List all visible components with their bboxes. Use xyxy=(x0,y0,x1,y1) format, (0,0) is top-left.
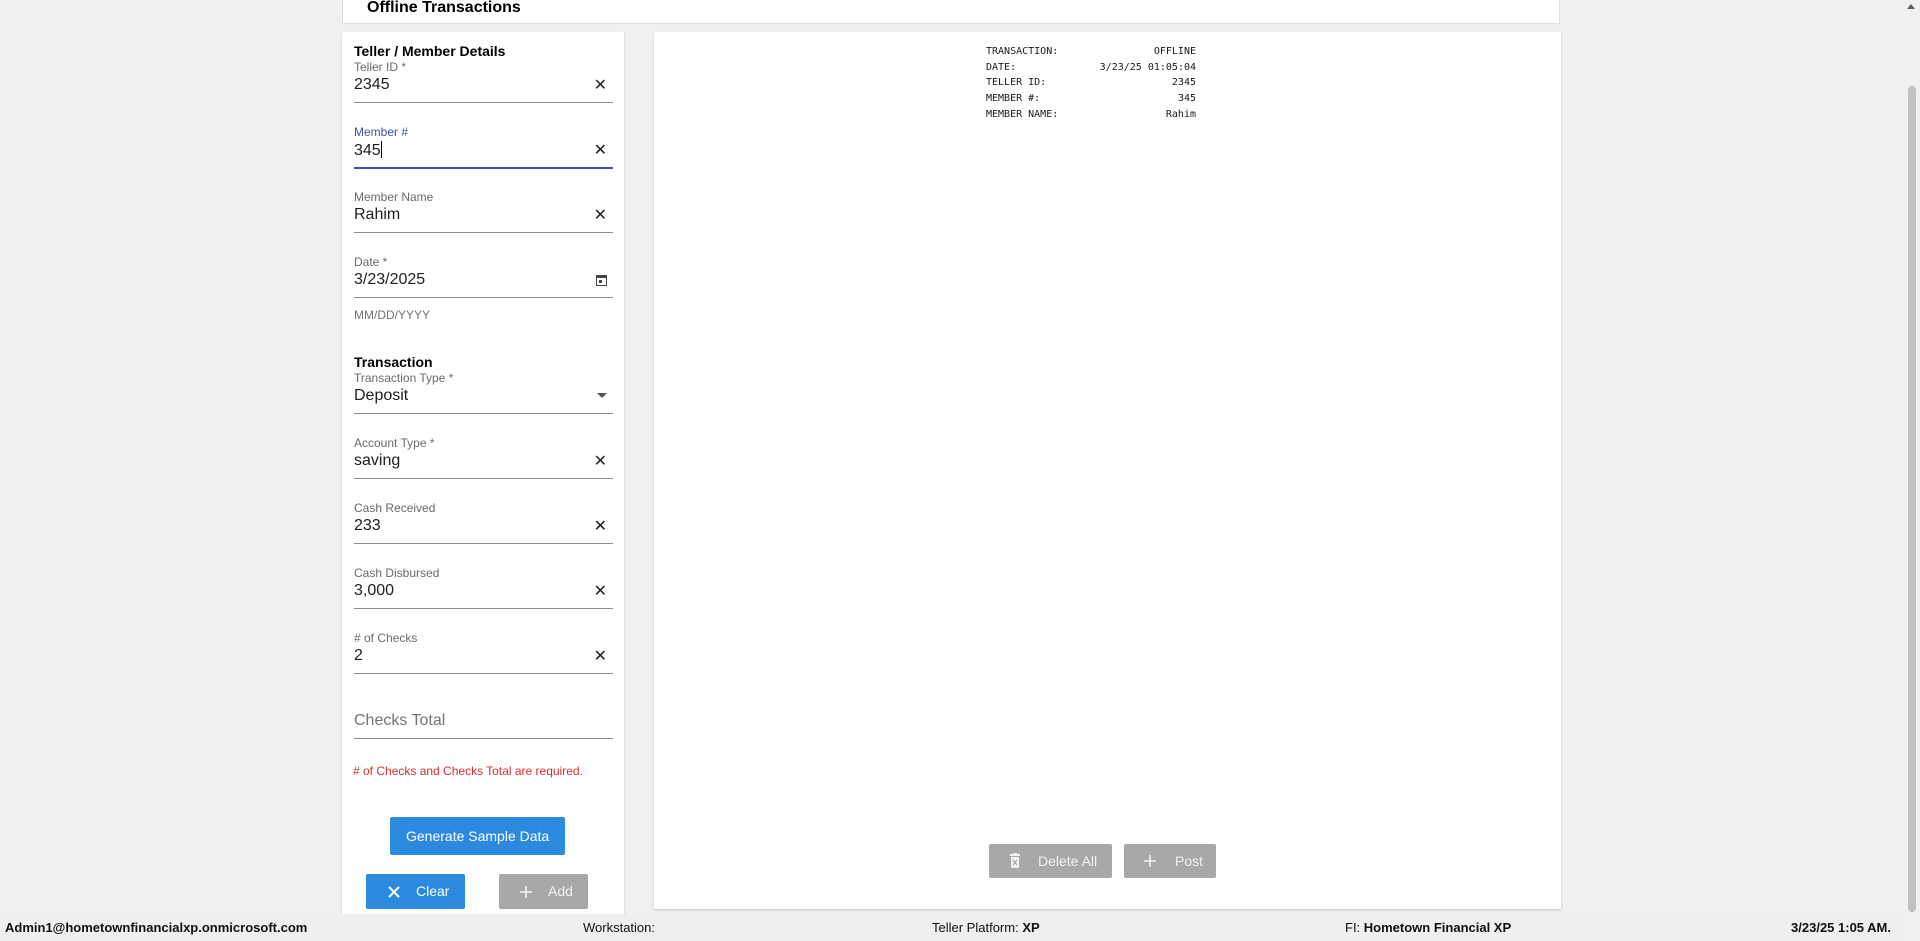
teller-member-details-panel: Teller / Member Details Teller ID * 2345… xyxy=(342,32,624,342)
close-icon[interactable]: ✕ xyxy=(594,519,607,535)
status-bar: Admin1@hometownfinancialxp.onmicrosoft.c… xyxy=(0,914,1903,941)
date-format-hint: MM/DD/YYYY xyxy=(354,308,431,322)
receipt-value: 2345 xyxy=(1171,77,1196,89)
close-icon[interactable]: ✕ xyxy=(594,454,607,470)
transaction-type-value[interactable]: Deposit xyxy=(354,387,408,405)
cash-received-label: Cash Received xyxy=(354,501,436,515)
scroll-up-arrow-icon[interactable] xyxy=(1907,4,1915,9)
receipt-key: MEMBER NAME: xyxy=(986,108,1059,120)
teller-id-label: Teller ID * xyxy=(354,60,407,74)
transaction-type-label: Transaction Type * xyxy=(354,371,454,385)
receipt-key: TRANSACTION: xyxy=(986,46,1059,57)
checks-count-field[interactable]: # of Checks 2 ✕ xyxy=(354,631,613,674)
cash-disbursed-field[interactable]: Cash Disbursed 3,000 ✕ xyxy=(354,566,613,609)
transaction-section-title: Transaction xyxy=(354,354,433,370)
teller-id-input[interactable]: 2345 xyxy=(354,76,390,94)
checks-total-input[interactable]: Checks Total xyxy=(354,712,445,730)
receipt-key: DATE: xyxy=(986,61,1017,73)
vertical-scrollbar[interactable] xyxy=(1903,0,1920,941)
details-section-title: Teller / Member Details xyxy=(354,43,506,59)
cash-disbursed-input[interactable]: 3,000 xyxy=(354,582,394,600)
post-button[interactable]: Post xyxy=(1124,844,1216,878)
member-name-input[interactable]: Rahim xyxy=(354,206,400,224)
receipt-row: TELLER ID: 2345 xyxy=(986,77,1196,93)
plus-icon xyxy=(520,886,532,898)
workstation-label: Workstation: xyxy=(583,920,656,935)
generate-sample-data-button[interactable]: Generate Sample Data xyxy=(390,817,565,855)
plus-icon xyxy=(1144,855,1156,867)
close-icon[interactable]: ✕ xyxy=(594,78,607,94)
page-title: Offline Transactions xyxy=(367,0,521,16)
date-field[interactable]: Date * 3/23/2025 xyxy=(354,255,613,298)
date-label: Date * xyxy=(354,255,388,269)
checks-count-label: # of Checks xyxy=(354,631,418,645)
trash-icon xyxy=(1010,853,1020,868)
receipt-value: OFFLINE xyxy=(1153,46,1196,57)
checks-total-field[interactable]: Checks Total xyxy=(354,696,613,739)
member-number-value: 345 xyxy=(354,142,381,159)
transaction-type-select[interactable]: Transaction Type * Deposit xyxy=(354,371,613,414)
receipt-row: DATE: 3/23/25 01:05:04 xyxy=(986,62,1196,78)
teller-id-field[interactable]: Teller ID * 2345 ✕ xyxy=(354,60,613,103)
receipt-panel: TRANSACTION: OFFLINE DATE: 3/23/25 01:05… xyxy=(654,32,1561,909)
status-user: Admin1@hometownfinancialxp.onmicrosoft.c… xyxy=(5,920,308,935)
receipt-row: MEMBER #: 345 xyxy=(986,93,1196,109)
date-input[interactable]: 3/23/2025 xyxy=(354,271,425,289)
fi-label: FI: xyxy=(1345,920,1361,935)
receipt-preview: TRANSACTION: OFFLINE DATE: 3/23/25 01:05… xyxy=(986,46,1196,124)
receipt-row: MEMBER NAME: Rahim xyxy=(986,109,1196,125)
clear-button[interactable]: Clear xyxy=(366,874,465,909)
member-number-field[interactable]: Member # 345 ✕ xyxy=(354,125,613,169)
account-type-input[interactable]: saving xyxy=(354,452,400,470)
delete-all-button[interactable]: Delete All xyxy=(989,844,1112,878)
fi-value: Hometown Financial XP xyxy=(1363,920,1512,935)
scrollbar-thumb[interactable] xyxy=(1908,86,1916,912)
delete-all-label: Delete All xyxy=(1038,853,1098,869)
cash-received-field[interactable]: Cash Received 233 ✕ xyxy=(354,501,613,544)
platform-value: XP xyxy=(1022,920,1040,935)
member-number-input[interactable]: 345 xyxy=(354,141,382,160)
receipt-value: 345 xyxy=(1177,93,1196,105)
calendar-icon[interactable] xyxy=(596,275,607,286)
status-workstation: Workstation: xyxy=(583,920,655,935)
receipt-key: TELLER ID: xyxy=(986,77,1047,89)
receipt-value: 3/23/25 01:05:04 xyxy=(1099,61,1196,73)
member-name-label: Member Name xyxy=(354,190,434,204)
close-icon[interactable]: ✕ xyxy=(594,584,607,600)
member-name-field[interactable]: Member Name Rahim ✕ xyxy=(354,190,613,233)
receipt-row: TRANSACTION: OFFLINE xyxy=(986,46,1196,62)
receipt-key: MEMBER #: xyxy=(986,93,1041,105)
status-platform: Teller Platform: XP xyxy=(932,920,1040,935)
status-datetime: 3/23/25 1:05 AM. xyxy=(1791,920,1891,935)
receipt-value: Rahim xyxy=(1165,108,1196,120)
page-header: Offline Transactions xyxy=(342,0,1560,24)
generate-sample-data-label: Generate Sample Data xyxy=(406,828,550,844)
text-caret xyxy=(380,141,382,158)
checks-count-input[interactable]: 2 xyxy=(354,647,363,665)
validation-error: # of Checks and Checks Total are require… xyxy=(353,764,583,778)
member-number-label: Member # xyxy=(354,125,409,139)
close-icon[interactable]: ✕ xyxy=(594,143,607,159)
account-type-label: Account Type * xyxy=(354,436,435,450)
status-fi: FI: Hometown Financial XP xyxy=(1345,920,1511,935)
close-icon[interactable]: ✕ xyxy=(594,208,607,224)
cash-received-input[interactable]: 233 xyxy=(354,517,381,535)
post-label: Post xyxy=(1175,853,1204,869)
platform-label: Teller Platform: xyxy=(932,920,1019,935)
account-type-field[interactable]: Account Type * saving ✕ xyxy=(354,436,613,479)
add-label: Add xyxy=(548,883,573,899)
transaction-panel: Transaction Transaction Type * Deposit A… xyxy=(342,342,624,916)
cash-disbursed-label: Cash Disbursed xyxy=(354,566,440,580)
add-button[interactable]: Add xyxy=(499,874,588,909)
close-icon[interactable]: ✕ xyxy=(594,649,607,665)
close-icon xyxy=(388,886,400,898)
clear-label: Clear xyxy=(416,883,450,899)
dropdown-arrow-icon[interactable] xyxy=(597,393,607,398)
